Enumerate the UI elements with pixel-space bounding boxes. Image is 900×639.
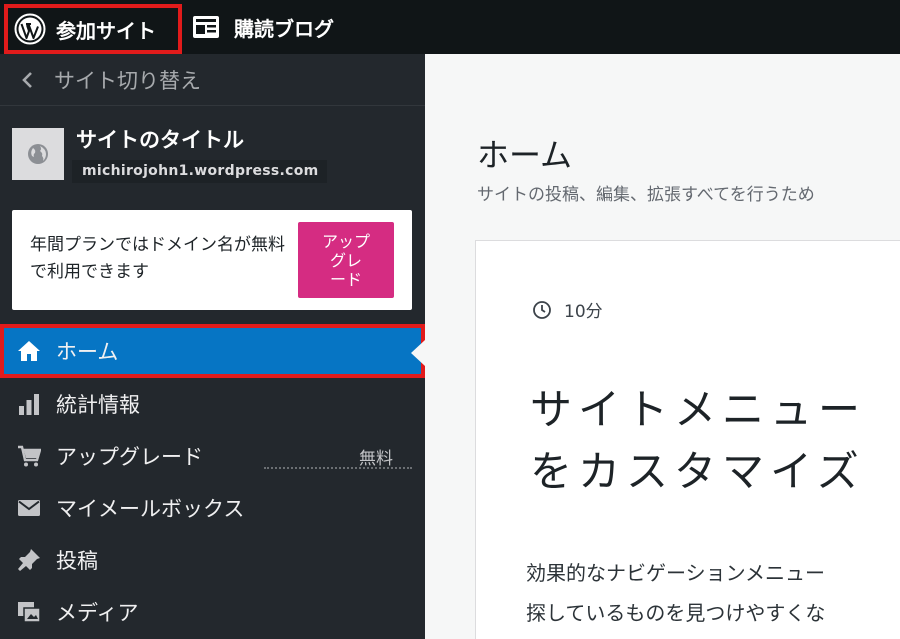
switch-site-button[interactable]: サイト切り替え <box>0 54 425 106</box>
sidebar-item-posts[interactable]: 投稿 <box>0 534 425 586</box>
wordpress-logo-icon <box>14 13 46 45</box>
sidebar-item-label: マイメールボックス <box>56 497 245 521</box>
card-body: 効果的なナビゲーションメニュー 探しているものを見つけやすくな <box>526 561 826 625</box>
media-icon <box>14 598 44 626</box>
cart-icon <box>14 442 44 470</box>
sidebar-item-media[interactable]: メディア <box>0 586 425 638</box>
current-site[interactable]: サイトのタイトル michirojohn1.wordpress.com <box>12 124 412 188</box>
page-title: ホーム <box>477 136 573 174</box>
sidebar-item-label: ホーム <box>56 340 119 364</box>
sidebar-item-upgrades[interactable]: アップグレード 無料 <box>0 430 425 482</box>
my-sites-label: 参加サイト <box>56 18 156 43</box>
pin-icon <box>14 546 44 574</box>
task-card: 10分 サイトメニュー をカスタマイズ 効果的なナビゲーションメニュー 探してい… <box>475 240 900 639</box>
upgrade-promo: 年間プランではドメイン名が無料で利用できます アップ グレ ード <box>12 210 412 310</box>
reader-button[interactable]: 購読ブログ <box>192 4 334 50</box>
sidebar-item-stats[interactable]: 統計情報 <box>0 378 425 430</box>
mail-icon <box>14 494 44 522</box>
sidebar: サイト切り替え サイトのタイトル michirojohn1.wordpress.… <box>0 54 425 639</box>
site-url: michirojohn1.wordpress.com <box>72 160 327 183</box>
my-sites-button[interactable]: 参加サイト <box>4 4 182 54</box>
stats-icon <box>14 390 44 418</box>
sidebar-item-label: 投稿 <box>56 549 98 573</box>
sidebar-item-home[interactable]: ホーム <box>0 324 425 378</box>
site-title: サイトのタイトル <box>76 128 244 152</box>
promo-text: 年間プランではドメイン名が無料で利用できます <box>30 235 285 282</box>
reader-icon <box>192 15 220 39</box>
card-heading: サイトメニュー をカスタマイズ <box>530 385 867 496</box>
divider <box>264 467 412 469</box>
page-subtitle: サイトの投稿、編集、拡張すべてを行うため <box>477 185 815 205</box>
chevron-left-icon <box>18 70 38 90</box>
sidebar-nav: ホーム 統計情報 アップグレード 無料 マイメールボックス 投稿 メディア <box>0 324 425 638</box>
free-badge: 無料 <box>359 448 393 469</box>
clock-icon <box>533 300 551 319</box>
top-bar: 参加サイト 購読ブログ <box>0 0 900 54</box>
main-content: ホーム サイトの投稿、編集、拡張すべてを行うため 10分 サイトメニュー をカス… <box>425 54 900 639</box>
sidebar-item-label: 統計情報 <box>56 393 140 417</box>
home-icon <box>14 337 44 365</box>
active-indicator <box>411 340 425 366</box>
sidebar-item-label: アップグレード <box>56 445 203 469</box>
time-label: 10分 <box>564 302 603 322</box>
upgrade-button[interactable]: アップ グレ ード <box>298 222 394 298</box>
globe-icon <box>12 128 64 180</box>
time-estimate: 10分 <box>532 297 603 322</box>
reader-label: 購読ブログ <box>234 16 334 41</box>
switch-site-label: サイト切り替え <box>54 68 201 93</box>
sidebar-item-label: メディア <box>56 601 139 625</box>
sidebar-item-mailbox[interactable]: マイメールボックス <box>0 482 425 534</box>
